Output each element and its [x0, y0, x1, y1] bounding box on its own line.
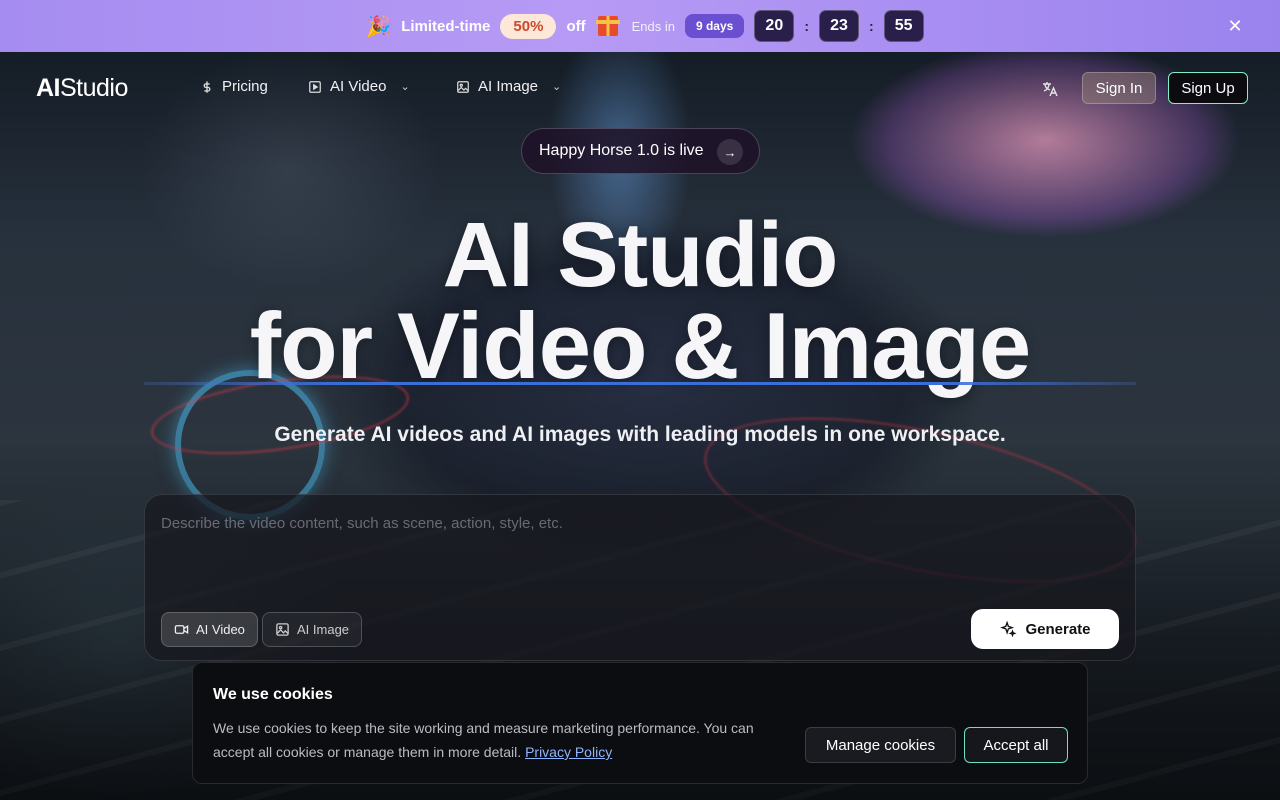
title-underline	[144, 382, 1136, 385]
gift-icon	[595, 16, 620, 36]
mode-ai-image-button[interactable]: AI Image	[262, 612, 363, 647]
mode-ai-video-button[interactable]: AI Video	[161, 612, 258, 647]
mode-ai-video-label: AI Video	[196, 622, 245, 637]
logo[interactable]: AIStudio	[36, 74, 128, 103]
mode-ai-image-label: AI Image	[297, 622, 350, 637]
promo-off-text: off	[566, 17, 586, 35]
accept-all-button[interactable]: Accept all	[964, 727, 1068, 763]
nav-item-pricing[interactable]: Pricing	[200, 78, 268, 95]
privacy-policy-link[interactable]: Privacy Policy	[525, 744, 612, 760]
generate-button[interactable]: Generate	[971, 609, 1119, 649]
sign-up-button[interactable]: Sign Up	[1168, 72, 1248, 104]
countdown-minutes: 23	[819, 10, 859, 42]
nav-item-ai-image[interactable]: AI Image ⌄	[456, 78, 561, 95]
logo-studio: Studio	[60, 74, 128, 102]
arrow-right-icon: →	[717, 139, 743, 165]
cookie-title: We use cookies	[213, 686, 333, 703]
countdown-days: 9 days	[684, 14, 745, 38]
countdown-hours: 20	[754, 10, 795, 42]
nav-item-label: AI Image	[478, 78, 539, 95]
sign-in-button[interactable]: Sign In	[1082, 72, 1156, 104]
promo-discount-badge: 50%	[500, 13, 557, 39]
dollar-icon	[203, 80, 211, 93]
countdown-separator: :	[869, 18, 874, 34]
image-icon	[457, 80, 469, 93]
top-nav: AIStudio Pricing AI Video ⌄ AI Image ⌄ S…	[0, 52, 1280, 124]
video-icon	[309, 80, 321, 93]
prompt-input[interactable]: Describe the video content, such as scen…	[161, 515, 563, 532]
party-popper-icon: 🎉	[366, 15, 392, 38]
cookie-banner: We use cookies We use cookies to keep th…	[192, 662, 1088, 784]
sparkles-icon	[1000, 620, 1018, 638]
generate-label: Generate	[1025, 620, 1091, 638]
chevron-down-icon: ⌄	[552, 81, 562, 93]
logo-ai: AI	[36, 74, 61, 102]
cookie-body: We use cookies to keep the site working …	[213, 720, 754, 760]
promo-ends-in-label: Ends in	[631, 18, 675, 34]
promo-banner: 🎉 Limited-time 50% off Ends in 9 days 20…	[0, 0, 1280, 52]
countdown-separator: :	[804, 18, 809, 34]
nav-item-label: AI Video	[330, 78, 387, 95]
chevron-down-icon: ⌄	[400, 81, 410, 93]
promo-label: Limited-time	[401, 17, 491, 35]
image-icon	[276, 623, 289, 636]
prompt-box[interactable]: Describe the video content, such as scen…	[144, 494, 1136, 661]
nav-item-label: Pricing	[222, 78, 268, 95]
hero-subtitle: Generate AI videos and AI images with le…	[274, 423, 1006, 446]
announcement-pill[interactable]: Happy Horse 1.0 is live →	[521, 128, 760, 174]
manage-cookies-button[interactable]: Manage cookies	[805, 727, 956, 763]
language-icon[interactable]	[1040, 79, 1060, 99]
video-camera-icon	[174, 625, 189, 634]
nav-item-ai-video[interactable]: AI Video ⌄	[308, 78, 410, 95]
announcement-text: Happy Horse 1.0 is live	[539, 142, 704, 159]
close-icon[interactable]: ✕	[1226, 17, 1244, 35]
cookie-text: We use cookies to keep the site working …	[213, 716, 783, 764]
countdown-seconds: 55	[883, 10, 924, 42]
